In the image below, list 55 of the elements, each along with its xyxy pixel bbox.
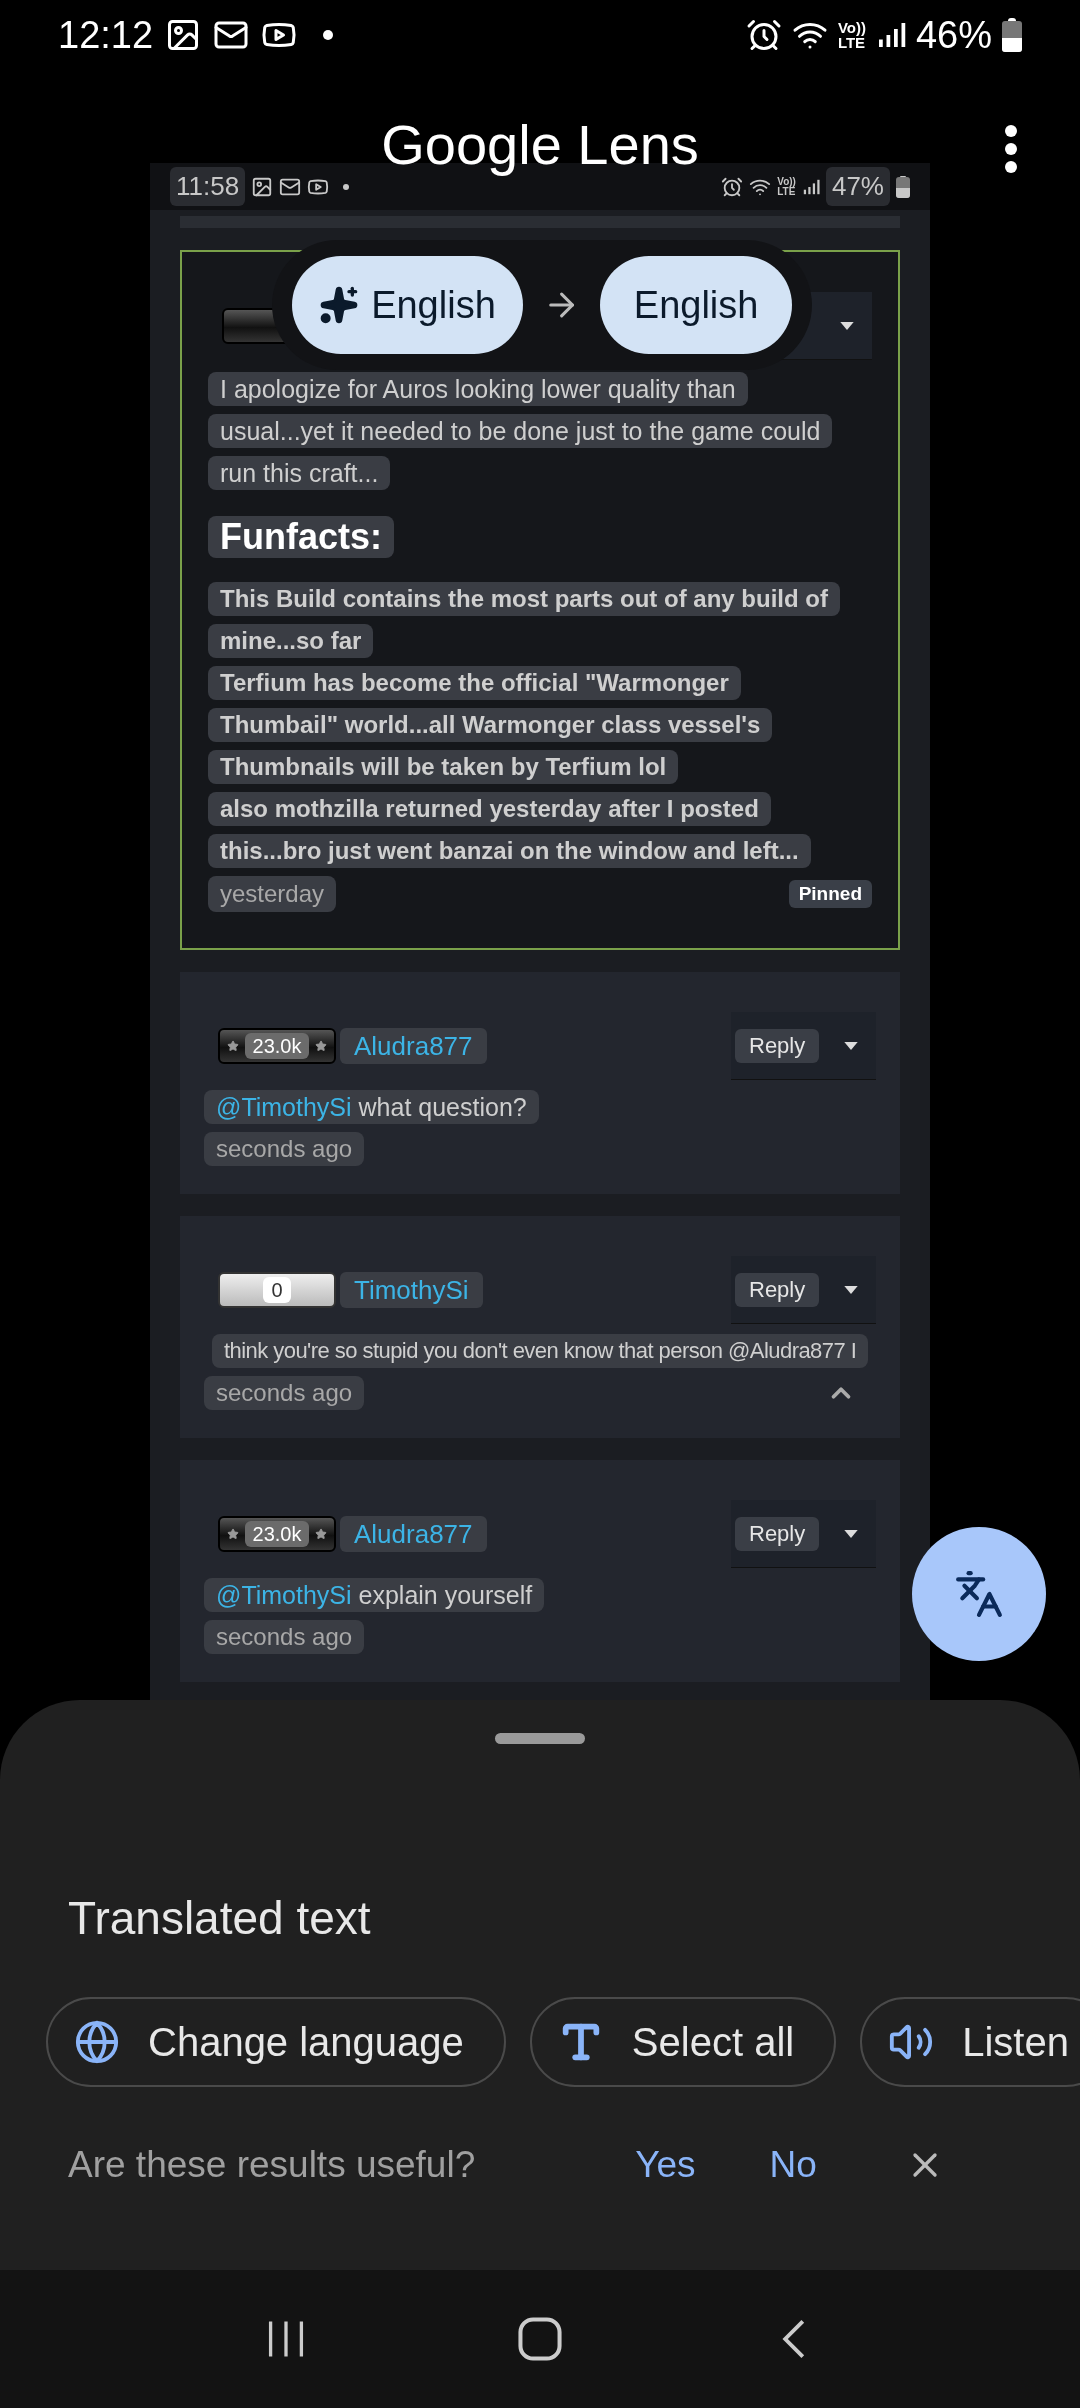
feedback-question: Are these results useful? bbox=[68, 2143, 476, 2187]
caret-down-icon[interactable] bbox=[844, 1529, 858, 1538]
star-icon bbox=[226, 1040, 239, 1052]
volte-label: Vo)) LTE bbox=[777, 176, 796, 197]
comment-time: seconds ago bbox=[204, 1620, 365, 1654]
reply-button[interactable]: Reply bbox=[735, 1516, 820, 1551]
comment-text: think you're so stupid you don't even know that person @Aludra877 I bbox=[212, 1334, 869, 1368]
battery-percent: 46% bbox=[915, 12, 992, 58]
username[interactable]: Aludra877 bbox=[340, 1028, 487, 1064]
comment-text: @TimothySi what question? bbox=[204, 1090, 539, 1124]
alarm-icon bbox=[721, 175, 744, 198]
target-language-button[interactable]: English bbox=[600, 256, 792, 354]
action-chip[interactable]: Change language bbox=[46, 1997, 506, 2087]
alarm-icon bbox=[745, 17, 782, 53]
action-chip[interactable]: Select all bbox=[529, 1997, 837, 2087]
username[interactable]: Aludra877 bbox=[340, 1516, 487, 1552]
battery-percent: 47% bbox=[825, 167, 890, 206]
status-time: 12:12 bbox=[58, 12, 154, 58]
signal-icon bbox=[801, 177, 820, 196]
translate-icon bbox=[954, 1569, 1004, 1619]
star-icon bbox=[315, 1040, 328, 1052]
caret-down-icon[interactable] bbox=[844, 1041, 858, 1050]
star-icon bbox=[315, 1528, 328, 1540]
star-icon bbox=[226, 1528, 239, 1540]
source-language-button[interactable]: English bbox=[292, 256, 523, 354]
volte-label: Vo)) LTE bbox=[837, 20, 866, 50]
status-time: 11:58 bbox=[170, 167, 246, 206]
drag-handle[interactable] bbox=[495, 1733, 585, 1744]
mention-link[interactable]: @TimothySi bbox=[216, 1093, 352, 1121]
badge-count: 23.0k bbox=[244, 1033, 310, 1059]
action-chip[interactable]: Listen bbox=[860, 1997, 1080, 2087]
username[interactable]: TimothySi bbox=[340, 1272, 483, 1308]
mention-link[interactable]: @TimothySi bbox=[216, 1581, 352, 1609]
caret-down-icon[interactable] bbox=[844, 1285, 858, 1294]
battery-icon bbox=[1002, 18, 1022, 52]
no-button[interactable]: No bbox=[769, 2137, 817, 2193]
comment-time: yesterday bbox=[208, 876, 337, 912]
reply-button[interactable]: Reply bbox=[735, 1028, 820, 1063]
reply-button[interactable]: Reply bbox=[735, 1272, 820, 1307]
caret-down-icon[interactable] bbox=[840, 321, 854, 330]
more-options-icon[interactable] bbox=[1004, 125, 1018, 173]
comment-time: seconds ago bbox=[204, 1376, 365, 1410]
image-icon bbox=[251, 175, 274, 198]
comment-time: seconds ago bbox=[204, 1132, 365, 1166]
comment-heading: Funfacts: bbox=[208, 516, 394, 558]
pinned-label: Pinned bbox=[788, 879, 872, 909]
sparkle-icon bbox=[319, 285, 360, 325]
sheet-title: Translated text bbox=[68, 1891, 372, 1946]
battery-icon bbox=[896, 175, 910, 198]
home-icon[interactable] bbox=[517, 2316, 563, 2362]
globe-icon bbox=[74, 2019, 120, 2065]
yes-button[interactable]: Yes bbox=[635, 2137, 696, 2193]
badge-count: 0 bbox=[263, 1277, 291, 1303]
comment-text: @TimothySi explain yourself bbox=[204, 1578, 545, 1612]
badge-count: 23.0k bbox=[244, 1521, 310, 1547]
